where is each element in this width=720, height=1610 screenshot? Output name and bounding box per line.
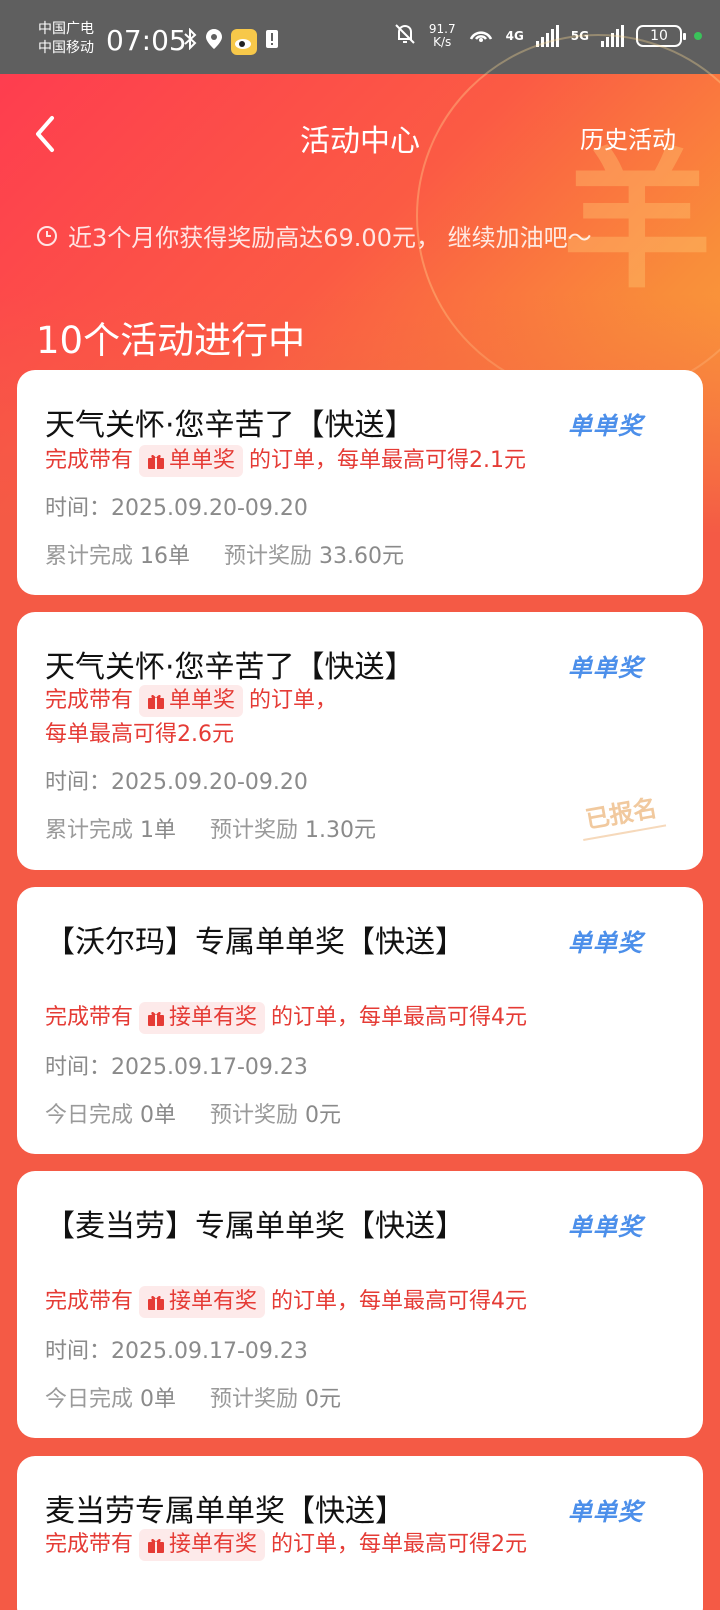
weibo-icon bbox=[231, 28, 257, 55]
activity-description: 完成带有 接单有奖 的订单，每单最高可得4元 bbox=[45, 1285, 527, 1319]
desc-suffix: 的订单， bbox=[249, 688, 338, 713]
activity-time: 时间：2025.09.17-09.23 bbox=[45, 1339, 308, 1364]
activity-title: 天气关怀·您辛苦了【快送】 bbox=[45, 650, 415, 685]
desc-suffix: 的订单，每单最高可得4元 bbox=[271, 1289, 528, 1314]
activity-type-tag: 单单奖 bbox=[568, 1498, 643, 1526]
desc-prefix: 完成带有 bbox=[45, 1005, 134, 1030]
badge-label: 单单奖 bbox=[169, 688, 236, 713]
activity-title: 【麦当劳】专属单单奖【快送】 bbox=[45, 1209, 465, 1244]
stat-value: 1.30元 bbox=[305, 818, 377, 843]
reward-badge: 单单奖 bbox=[139, 445, 244, 477]
stat-value: 16单 bbox=[140, 544, 191, 569]
reward-stat: 预计奖励 1.30元 bbox=[210, 812, 376, 844]
stat-value: 0元 bbox=[305, 1103, 342, 1128]
gift-icon bbox=[148, 1011, 165, 1026]
activity-time: 时间：2025.09.17-09.23 bbox=[45, 1055, 308, 1080]
completed-stat: 今日完成 0单 bbox=[45, 1381, 176, 1413]
bluetooth-icon bbox=[183, 27, 197, 55]
stat-value: 0单 bbox=[140, 1103, 177, 1128]
reward-badge: 接单有奖 bbox=[139, 1002, 266, 1034]
speed-unit: K/s bbox=[433, 35, 452, 49]
activity-stats: 累计完成 1单 预计奖励 1.30元 bbox=[45, 812, 376, 844]
reward-badge: 单单奖 bbox=[139, 685, 244, 717]
completed-stat: 累计完成 16单 bbox=[45, 538, 190, 570]
activity-stats: 今日完成 0单 预计奖励 0元 bbox=[45, 1381, 341, 1413]
stat-label: 累计完成 bbox=[45, 544, 134, 569]
desc-line-2: 每单最高可得2.6元 bbox=[45, 722, 234, 747]
badge-label: 接单有奖 bbox=[169, 1005, 258, 1030]
activity-stats: 累计完成 16单 预计奖励 33.60元 bbox=[45, 538, 404, 570]
activity-stats: 今日完成 0单 预计奖励 0元 bbox=[45, 1097, 341, 1129]
hotspot-icon bbox=[468, 23, 494, 49]
activity-description: 完成带有 接单有奖 的订单，每单最高可得4元 bbox=[45, 1001, 527, 1035]
gift-icon bbox=[148, 454, 165, 469]
desc-suffix: 的订单，每单最高可得2.1元 bbox=[249, 448, 527, 473]
clock-icon bbox=[37, 225, 57, 246]
green-dot-icon bbox=[694, 32, 702, 40]
carrier-1: 中国广电 bbox=[38, 21, 94, 37]
reward-stat: 预计奖励 0元 bbox=[210, 1097, 341, 1129]
stat-label: 预计奖励 bbox=[224, 544, 313, 569]
desc-suffix: 的订单，每单最高可得2元 bbox=[271, 1532, 528, 1557]
desc-prefix: 完成带有 bbox=[45, 688, 134, 713]
stat-value: 33.60元 bbox=[319, 544, 405, 569]
activity-title: 天气关怀·您辛苦了【快送】 bbox=[45, 408, 415, 443]
sim1-network: 4G bbox=[505, 29, 524, 43]
reward-stat: 预计奖励 0元 bbox=[210, 1381, 341, 1413]
active-activities-count: 10个活动进行中 bbox=[36, 319, 306, 362]
summary-text: 近3个月你获得奖励高达69.00元， 继续加油吧～ bbox=[68, 224, 592, 252]
activity-time: 时间：2025.09.20-09.20 bbox=[45, 496, 308, 521]
badge-label: 单单奖 bbox=[169, 448, 236, 473]
stat-label: 预计奖励 bbox=[210, 818, 299, 843]
activity-card[interactable]: 天气关怀·您辛苦了【快送】 单单奖 完成带有 单单奖 的订单， 每单最高可得2.6元… bbox=[17, 612, 703, 870]
history-activities-link[interactable]: 历史活动 bbox=[580, 120, 676, 155]
registered-stamp: 已报名 bbox=[575, 783, 667, 841]
reward-summary: 近3个月你获得奖励高达69.00元， 继续加油吧～ bbox=[36, 218, 592, 253]
carrier-labels: 中国广电 中国移动 bbox=[38, 20, 94, 58]
desc-suffix: 的订单，每单最高可得4元 bbox=[271, 1005, 528, 1030]
gift-icon bbox=[148, 1295, 165, 1310]
activity-card[interactable]: 天气关怀·您辛苦了【快送】 单单奖 完成带有 单单奖 的订单，每单最高可得2.1元 … bbox=[17, 370, 703, 595]
status-time: 07:05 bbox=[106, 24, 187, 57]
alert-icon bbox=[265, 28, 279, 55]
location-icon bbox=[205, 28, 223, 55]
activity-type-tag: 单单奖 bbox=[568, 654, 643, 682]
activity-type-tag: 单单奖 bbox=[568, 929, 643, 957]
activity-description: 完成带有 接单有奖 的订单，每单最高可得2元 bbox=[45, 1528, 527, 1562]
badge-label: 接单有奖 bbox=[169, 1532, 258, 1557]
stat-label: 今日完成 bbox=[45, 1103, 134, 1128]
gift-icon bbox=[148, 1538, 165, 1553]
activity-card[interactable]: 【沃尔玛】专属单单奖【快送】 单单奖 完成带有 接单有奖 的订单，每单最高可得4元 … bbox=[17, 887, 703, 1154]
activity-description: 完成带有 单单奖 的订单，每单最高可得2.1元 bbox=[45, 444, 526, 478]
activity-title: 【沃尔玛】专属单单奖【快送】 bbox=[45, 925, 465, 960]
mute-icon bbox=[393, 22, 417, 50]
carrier-2: 中国移动 bbox=[38, 40, 94, 56]
stat-value: 1单 bbox=[140, 818, 177, 843]
activity-description: 完成带有 单单奖 的订单， 每单最高可得2.6元 bbox=[45, 684, 337, 752]
activity-card[interactable]: 麦当劳专属单单奖【快送】 单单奖 完成带有 接单有奖 的订单，每单最高可得2元 bbox=[17, 1456, 703, 1610]
desc-prefix: 完成带有 bbox=[45, 448, 134, 473]
desc-prefix: 完成带有 bbox=[45, 1532, 134, 1557]
activity-title: 麦当劳专属单单奖【快送】 bbox=[45, 1494, 405, 1529]
stat-label: 预计奖励 bbox=[210, 1103, 299, 1128]
gift-icon bbox=[148, 694, 165, 709]
activity-type-tag: 单单奖 bbox=[568, 1213, 643, 1241]
completed-stat: 今日完成 0单 bbox=[45, 1097, 176, 1129]
network-speed: 91.7 K/s bbox=[429, 23, 456, 49]
completed-stat: 累计完成 1单 bbox=[45, 812, 176, 844]
stat-value: 0元 bbox=[305, 1387, 342, 1412]
activity-card[interactable]: 【麦当劳】专属单单奖【快送】 单单奖 完成带有 接单有奖 的订单，每单最高可得4元 … bbox=[17, 1171, 703, 1438]
stat-label: 累计完成 bbox=[45, 818, 134, 843]
stat-label: 今日完成 bbox=[45, 1387, 134, 1412]
status-icons-left bbox=[183, 27, 279, 55]
stat-label: 预计奖励 bbox=[210, 1387, 299, 1412]
reward-badge: 接单有奖 bbox=[139, 1529, 266, 1561]
badge-label: 接单有奖 bbox=[169, 1289, 258, 1314]
reward-stat: 预计奖励 33.60元 bbox=[224, 538, 404, 570]
activity-time: 时间：2025.09.20-09.20 bbox=[45, 770, 308, 795]
activity-type-tag: 单单奖 bbox=[568, 412, 643, 440]
desc-prefix: 完成带有 bbox=[45, 1289, 134, 1314]
stat-value: 0单 bbox=[140, 1387, 177, 1412]
reward-badge: 接单有奖 bbox=[139, 1286, 266, 1318]
